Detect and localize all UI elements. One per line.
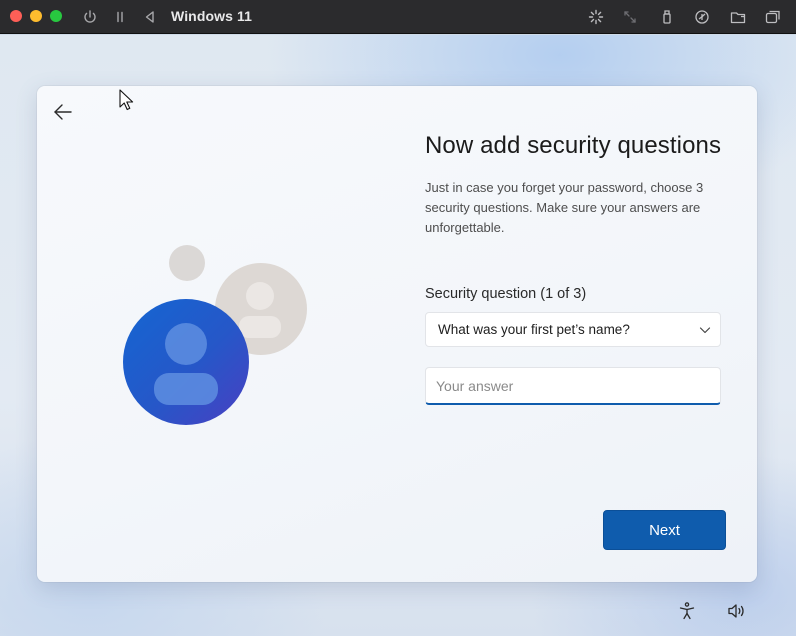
volume-icon[interactable] [724, 599, 748, 623]
resize-icon[interactable] [619, 6, 641, 28]
pause-icon[interactable] [109, 6, 131, 28]
setup-dialog: Now add security questions Just in case … [37, 86, 757, 582]
page-description: Just in case you forget your password, c… [425, 180, 704, 235]
selected-question: What was your first pet’s name? [438, 322, 630, 337]
power-icon[interactable] [79, 6, 101, 28]
small-avatar-dot [169, 245, 205, 281]
minimize-window-button[interactable] [30, 10, 42, 22]
usb-icon[interactable] [656, 6, 678, 28]
next-button[interactable]: Next [603, 510, 726, 550]
page-title: Now add security questions [425, 132, 722, 159]
vm-name: Windows 11 [171, 8, 253, 24]
vm-titlebar: Windows 11 [0, 0, 796, 34]
chevron-down-icon [699, 327, 711, 334]
answer-input[interactable] [425, 367, 721, 405]
security-question-dropdown[interactable]: What was your first pet’s name? [425, 312, 721, 347]
mouse-cursor-icon [119, 89, 134, 111]
question-label: Security question (1 of 3) [425, 286, 587, 302]
primary-avatar-icon [123, 299, 249, 425]
back-triangle-icon[interactable] [139, 6, 161, 28]
fullscreen-window-button[interactable] [50, 10, 62, 22]
accessibility-icon[interactable] [675, 599, 699, 623]
loading-spinner-icon[interactable] [585, 6, 607, 28]
window-copy-icon[interactable] [762, 6, 784, 28]
network-icon[interactable] [691, 6, 713, 28]
shared-folder-icon[interactable] [727, 6, 749, 28]
account-illustration [123, 245, 307, 425]
close-window-button[interactable] [10, 10, 22, 22]
